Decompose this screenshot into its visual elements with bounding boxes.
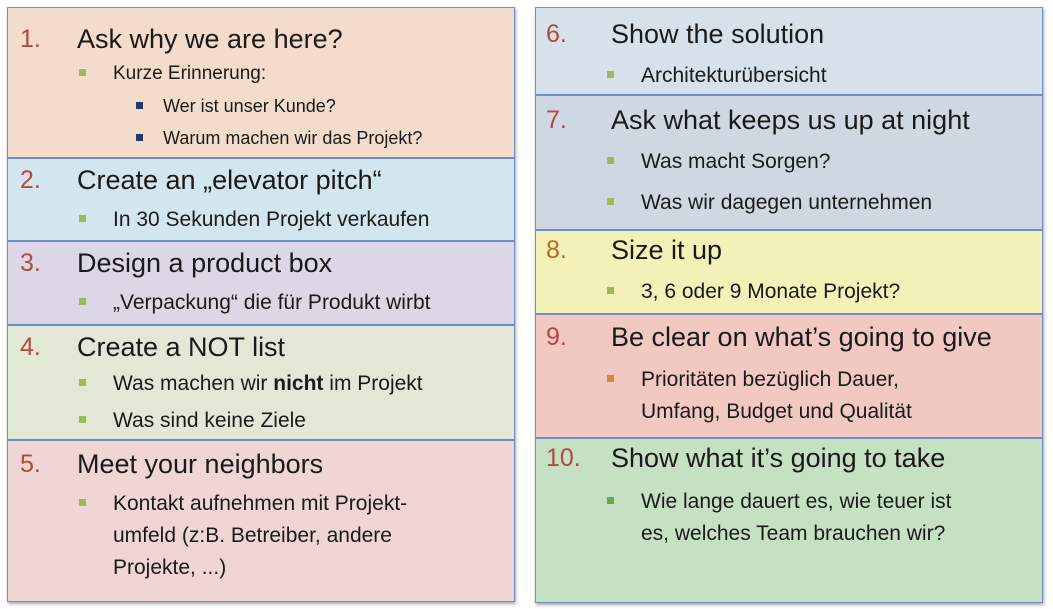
item-7-box: 7. Ask what keeps us up at night Was mac… [535,95,1043,230]
item-1-subbullet-2: Warum machen wir das Projekt? [136,123,422,153]
subbullet-marker-icon [136,102,143,109]
item-2-title: Create an „elevator pitch“ [77,165,382,195]
bullet-marker-icon [79,298,86,305]
bullet-marker-icon [79,69,86,76]
item-9-bullet-1: Prioritäten bezüglich Dauer, Umfang, Bud… [607,364,912,428]
bullet-marker-icon [607,198,614,205]
item-6-box: 6. Show the solution Architekturübersich… [535,7,1043,95]
item-2-bullet-1: In 30 Sekunden Projekt verkaufen [79,204,429,236]
item-6-bullet-1: Architekturübersicht [607,60,827,92]
item-8-title: Size it up [611,235,723,265]
item-5-number: 5. [20,450,41,478]
item-3-title: Design a product box [77,248,333,278]
item-4-title: Create a NOT list [77,332,286,362]
item-8-bullet-1: 3, 6 oder 9 Monate Projekt? [607,276,900,308]
item-8-number: 8. [546,236,567,264]
item-9-title: Be clear on what’s going to give [611,322,992,352]
item-4-box: 4. Create a NOT list Was machen wir nich… [7,325,515,440]
item-7-bullet-2: Was wir dagegen unternehmen [607,187,932,219]
item-8-box: 8. Size it up 3, 6 oder 9 Monate Projekt… [535,230,1043,314]
item-2-number: 2. [20,166,41,194]
item-5-box: 5. Meet your neighbors Kontakt aufnehmen… [7,440,515,602]
item-2-box: 2. Create an „elevator pitch“ In 30 Seku… [7,158,515,241]
item-10-title: Show what it’s going to take [611,443,946,473]
item-9-box: 9. Be clear on what’s going to give Prio… [535,314,1043,438]
item-6-number: 6. [546,20,567,48]
item-7-bullet-1: Was macht Sorgen? [607,146,830,178]
item-10-bullet-1: Wie lange dauert es, wie teuer ist es, w… [607,486,952,550]
item-7-title: Ask what keeps us up at night [611,105,970,135]
item-1-number: 1. [20,25,41,53]
bullet-marker-icon [79,215,86,222]
bullet-marker-icon [607,71,614,78]
item-3-bullet-1: „Verpackung“ die für Produkt wirbt [79,287,430,319]
item-1-subbullet-1: Wer ist unser Kunde? [136,91,336,121]
item-5-title: Meet your neighbors [77,449,324,479]
bullet-marker-icon [79,499,86,506]
item-4-bullet-1: Was machen wir nicht im Projekt [79,368,423,400]
item-9-number: 9. [546,323,567,351]
item-3-number: 3. [20,249,41,277]
item-3-box: 3. Design a product box „Verpackung“ die… [7,241,515,325]
item-7-number: 7. [546,106,567,134]
bullet-marker-icon [607,157,614,164]
item-4-number: 4. [20,333,41,361]
item-5-bullet-1: Kontakt aufnehmen mit Projekt- umfeld (z… [79,488,407,584]
item-1-bullet-1: Kurze Erinnerung: [79,58,266,90]
item-4-bullet-2: Was sind keine Ziele [79,405,306,437]
item-6-title: Show the solution [611,19,825,49]
item-1-title: Ask why we are here? [77,24,343,54]
bullet-marker-icon [607,375,614,382]
item-10-number: 10. [546,444,581,472]
bullet-marker-icon [79,416,86,423]
bullet-marker-icon [79,379,86,386]
item-10-box: 10. Show what it’s going to take Wie lan… [535,438,1043,603]
subbullet-marker-icon [136,134,143,141]
item-1-box: 1. Ask why we are here? Kurze Erinnerung… [7,7,515,158]
bullet-marker-icon [607,497,614,504]
bullet-marker-icon [607,287,614,294]
